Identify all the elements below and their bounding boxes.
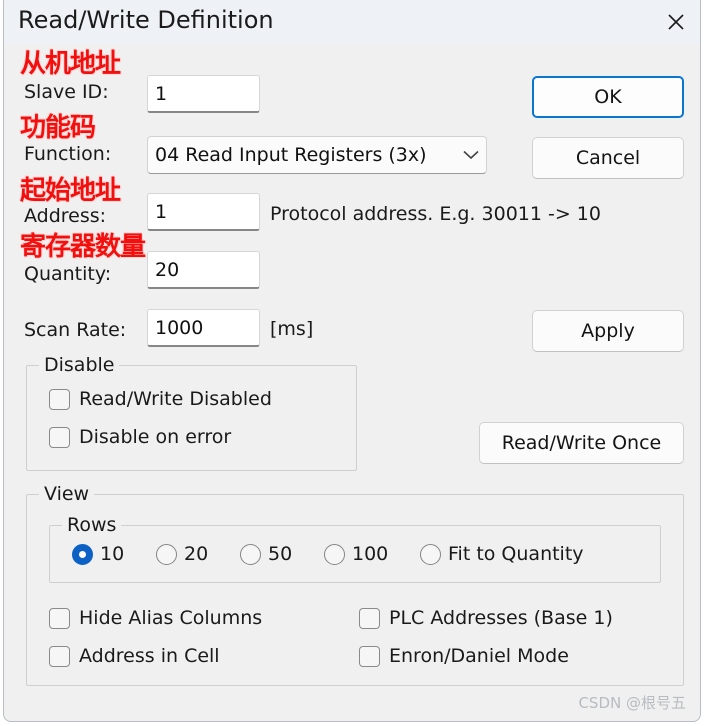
radio-rows-20[interactable]: 20 <box>156 543 208 565</box>
address-label: Address: <box>24 205 107 227</box>
radio-circle <box>156 543 177 565</box>
scan-rate-label: Scan Rate: <box>24 319 127 341</box>
radio-rows-fit-to-quantity[interactable]: Fit to Quantity <box>420 543 584 565</box>
radio-label: Fit to Quantity <box>448 543 584 565</box>
view-group: View Rows 10 20 50 100 Fit to Quantity H… <box>26 483 684 686</box>
radio-circle <box>72 543 93 565</box>
checkbox-label: Address in Cell <box>79 645 220 667</box>
checkbox-address-in-cell[interactable]: Address in Cell <box>49 645 220 667</box>
radio-rows-10[interactable]: 10 <box>72 543 124 565</box>
radio-label: 10 <box>100 543 125 565</box>
radio-label: 20 <box>184 543 209 565</box>
checkbox-plc-addresses-base-1[interactable]: PLC Addresses (Base 1) <box>359 607 613 629</box>
disable-group-title: Disable <box>39 354 120 376</box>
rows-group-title: Rows <box>62 514 122 536</box>
slave-id-input[interactable]: 1 <box>147 75 260 113</box>
checkbox-label: Enron/Daniel Mode <box>389 645 569 667</box>
address-input[interactable]: 1 <box>147 193 260 231</box>
disable-group: Disable Read/Write Disabled Disable on e… <box>26 354 357 471</box>
scan-rate-unit: [ms] <box>270 318 314 340</box>
quantity-label: Quantity: <box>24 263 112 285</box>
checkbox-box <box>49 645 70 667</box>
window-title: Read/Write Definition <box>18 6 274 34</box>
cancel-button[interactable]: Cancel <box>532 137 684 179</box>
checkbox-label: Read/Write Disabled <box>79 388 272 410</box>
checkbox-enron-daniel-mode[interactable]: Enron/Daniel Mode <box>359 645 569 667</box>
apply-button[interactable]: Apply <box>532 310 684 352</box>
radio-circle <box>420 543 441 565</box>
checkbox-box <box>49 607 70 629</box>
checkbox-label: Disable on error <box>79 426 232 448</box>
checkbox-disable-on-error[interactable]: Disable on error <box>49 426 231 448</box>
checkbox-label: Hide Alias Columns <box>79 607 263 629</box>
checkbox-hide-alias-columns[interactable]: Hide Alias Columns <box>49 607 262 629</box>
checkbox-box <box>49 388 70 410</box>
function-select[interactable]: 04 Read Input Registers (3x) <box>147 136 487 174</box>
read-write-definition-dialog: Read/Write Definition 从机地址 功能码 起始地址 寄存器数… <box>3 0 701 722</box>
view-group-title: View <box>39 483 95 505</box>
radio-rows-50[interactable]: 50 <box>240 543 292 565</box>
scan-rate-input[interactable]: 1000 <box>147 309 260 347</box>
chevron-down-icon <box>456 150 486 160</box>
radio-circle <box>240 543 261 565</box>
checkbox-box <box>49 426 70 448</box>
rows-group: Rows 10 20 50 100 Fit to Quantity <box>49 514 661 583</box>
radio-label: 100 <box>352 543 389 565</box>
annotation-function-code: 功能码 <box>20 113 96 143</box>
checkbox-box <box>359 607 380 629</box>
function-label: Function: <box>24 143 112 165</box>
checkbox-box <box>359 645 380 667</box>
slave-id-label: Slave ID: <box>24 81 109 103</box>
annotation-start-address: 起始地址 <box>20 176 121 206</box>
radio-rows-100[interactable]: 100 <box>324 543 388 565</box>
ok-button[interactable]: OK <box>532 76 684 118</box>
radio-circle <box>324 543 345 565</box>
radio-label: 50 <box>268 543 293 565</box>
watermark: CSDN @根号五 <box>578 694 686 712</box>
checkbox-read-write-disabled[interactable]: Read/Write Disabled <box>49 388 272 410</box>
read-write-once-button[interactable]: Read/Write Once <box>479 422 684 464</box>
function-select-value: 04 Read Input Registers (3x) <box>155 144 427 166</box>
checkbox-label: PLC Addresses (Base 1) <box>389 607 613 629</box>
title-bar: Read/Write Definition <box>4 0 700 44</box>
annotation-slave-address: 从机地址 <box>20 49 121 79</box>
address-hint: Protocol address. E.g. 30011 -> 10 <box>270 203 601 225</box>
quantity-input[interactable]: 20 <box>147 251 260 289</box>
close-icon[interactable] <box>652 0 700 44</box>
annotation-register-quantity: 寄存器数量 <box>20 232 146 262</box>
